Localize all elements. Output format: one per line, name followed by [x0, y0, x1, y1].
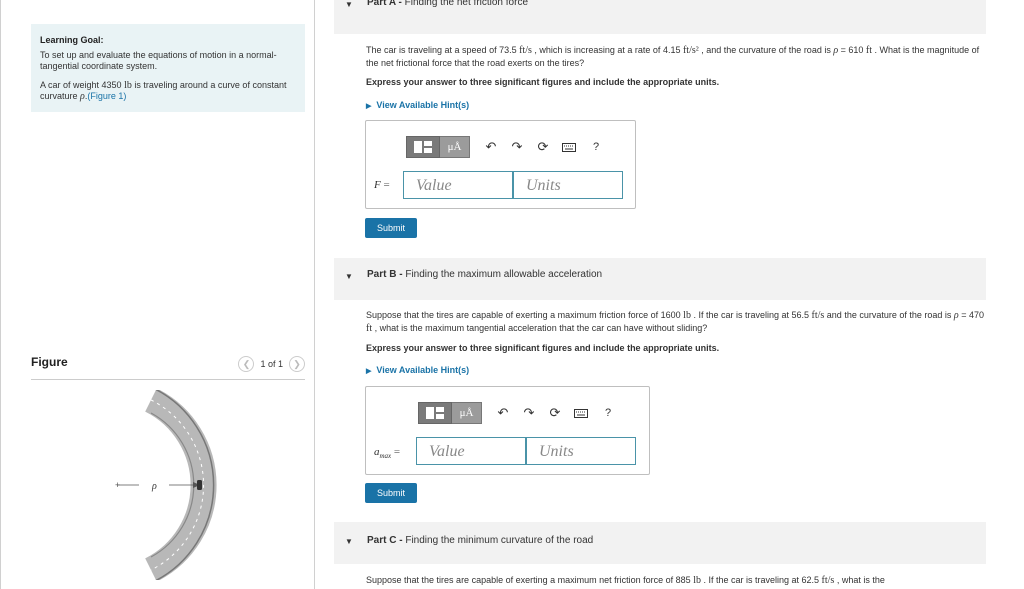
undo-icon[interactable]: ↶ — [496, 405, 510, 421]
part-b-problem-segment: = 470 — [958, 310, 984, 320]
center-plus: + — [115, 480, 120, 490]
template-blocks-icon — [414, 141, 432, 153]
help-button[interactable]: ? — [605, 407, 611, 419]
part-c-prefix: Part C - — [367, 535, 403, 546]
part-c-problem-segment: . If the car is traveling at 62.5 — [700, 575, 822, 585]
curved-road-figure: + ρ — [115, 390, 217, 580]
collapse-triangle-icon: ▼ — [345, 0, 353, 9]
part-a-hint-link[interactable]: ▶ View Available Hint(s) — [366, 100, 469, 110]
part-a-problem-segment: , which is increasing at a rate of 4.15 — [531, 45, 683, 55]
part-a-problem-segment: The car is traveling at a speed of 73.5 — [366, 45, 520, 55]
part-c-title-text: Finding the minimum curvature of the roa… — [405, 535, 594, 546]
part-b-instruction: Express your answer to three significant… — [366, 343, 720, 353]
part-a-header[interactable]: ▼ Part A - Finding the net friction forc… — [334, 0, 986, 34]
part-a-submit-button[interactable]: Submit — [365, 218, 417, 238]
car — [197, 480, 202, 490]
learning-goal-heading: Learning Goal: — [40, 35, 104, 45]
part-b-sub: max — [379, 452, 392, 461]
help-button[interactable]: ? — [593, 141, 599, 153]
part-a-equals: = — [383, 179, 390, 191]
keyboard-icon[interactable] — [562, 140, 576, 155]
figure-link[interactable]: (Figure 1) — [87, 91, 126, 101]
templates-button[interactable] — [418, 402, 452, 424]
part-a-problem-segment: = 610 — [838, 45, 866, 55]
part-c-problem-segment: lb — [693, 575, 701, 586]
units-symbol-button[interactable]: μÅ — [440, 136, 470, 158]
collapse-triangle-icon: ▼ — [345, 272, 353, 281]
redo-icon[interactable]: ↷ — [522, 405, 536, 421]
part-b-problem-segment: . If the car is traveling at 56.5 — [690, 310, 812, 320]
learning-goal-intro: A car of weight 4350 lb is traveling aro… — [40, 80, 296, 102]
part-b-problem: Suppose that the tires are capable of ex… — [366, 309, 991, 335]
keyboard-glyph — [562, 142, 576, 152]
part-b-value-input[interactable]: Value — [416, 437, 526, 465]
part-a-value-input[interactable]: Value — [403, 171, 513, 199]
rho-label: ρ — [151, 481, 157, 492]
template-blocks-icon — [426, 407, 444, 419]
prev-figure-button[interactable]: ❮ — [238, 356, 255, 372]
part-b-submit-button[interactable]: Submit — [365, 483, 417, 503]
part-a-title: Part A - Finding the net friction force — [367, 0, 528, 8]
part-b-units-input[interactable]: Units — [526, 437, 636, 465]
keyboard-glyph — [574, 408, 588, 418]
figure-header: Figure ❮ 1 of 1 ❯ — [31, 350, 305, 380]
triangle-right-icon: ▶ — [366, 368, 372, 375]
figure-pager: ❮ 1 of 1 ❯ — [238, 356, 305, 372]
part-a-problem-segment: ft/s — [519, 45, 532, 56]
part-b-title: Part B - Finding the maximum allowable a… — [367, 269, 602, 280]
part-a-instruction: Express your answer to three significant… — [366, 77, 720, 87]
part-b-hint-link[interactable]: ▶ View Available Hint(s) — [366, 365, 469, 375]
learning-goal-text: To set up and evaluate the equations of … — [40, 50, 277, 71]
part-b-problem-segment: ft/s — [811, 310, 825, 321]
part-b-title-text: Finding the maximum allowable accelerati… — [405, 269, 603, 280]
chevron-right-icon: ❯ — [293, 358, 301, 369]
part-a-units-input[interactable]: Units — [513, 171, 623, 199]
part-a-answer-box: μÅ ↶ ↷ ⟳ ? F = Value Units — [365, 120, 636, 209]
part-a-answer-label: F = — [374, 179, 390, 191]
intro-unit: lb — [124, 80, 132, 91]
reset-icon[interactable]: ⟳ — [548, 405, 562, 421]
part-b-answer-box: μÅ ↶ ↷ ⟳ ? amax = Value Units — [365, 386, 650, 475]
collapse-triangle-icon: ▼ — [345, 537, 353, 546]
part-a-var: F — [374, 179, 381, 191]
intro-prefix: A car of weight 4350 — [40, 80, 122, 90]
part-b-problem-segment: lb — [683, 310, 691, 321]
figure-page-count: 1 of 1 — [260, 359, 283, 369]
part-b-problem-segment: Suppose that the tires are capable of ex… — [366, 310, 684, 320]
part-b-problem-segment: , what is the maximum tangential acceler… — [372, 323, 708, 333]
part-c-problem-segment: , what is the — [834, 575, 885, 585]
learning-goal-box: Learning Goal: To set up and evaluate th… — [31, 24, 305, 112]
part-b-prefix: Part B - — [367, 269, 403, 280]
part-b-equals: = — [393, 446, 401, 458]
part-b-answer-label: amax = — [374, 446, 400, 460]
reset-icon[interactable]: ⟳ — [536, 139, 550, 155]
right-panel: ▼ Part A - Finding the net friction forc… — [334, 0, 994, 589]
next-figure-button[interactable]: ❯ — [289, 356, 305, 372]
part-a-hint-text: View Available Hint(s) — [376, 100, 470, 110]
part-c-header[interactable]: ▼ Part C - Finding the minimum curvature… — [334, 522, 986, 564]
figure-title: Figure — [31, 355, 68, 369]
part-a-problem-segment: ft/s² — [682, 45, 699, 56]
part-c-title: Part C - Finding the minimum curvature o… — [367, 535, 593, 546]
part-b-header[interactable]: ▼ Part B - Finding the maximum allowable… — [334, 258, 986, 300]
part-a-problem: The car is traveling at a speed of 73.5 … — [366, 44, 991, 69]
left-panel: Learning Goal: To set up and evaluate th… — [0, 0, 315, 589]
triangle-right-icon: ▶ — [366, 103, 372, 110]
part-b-hint-text: View Available Hint(s) — [376, 365, 470, 375]
redo-icon[interactable]: ↷ — [510, 139, 524, 155]
part-a-toolbar: μÅ ↶ ↷ ⟳ ? — [406, 136, 599, 158]
chevron-left-icon: ❮ — [242, 358, 251, 369]
part-a-problem-segment: , and the curvature of the road is — [698, 45, 834, 55]
part-c-problem-segment: ft/s — [821, 575, 835, 586]
units-symbol-button[interactable]: μÅ — [452, 402, 482, 424]
keyboard-icon[interactable] — [574, 406, 588, 421]
part-a-title-text: Finding the net friction force — [404, 0, 529, 8]
part-a-prefix: Part A - — [367, 0, 402, 8]
part-b-problem-segment: and the curvature of the road is — [824, 310, 954, 320]
templates-button[interactable] — [406, 136, 440, 158]
part-c-problem: Suppose that the tires are capable of ex… — [366, 574, 991, 587]
part-b-toolbar: μÅ ↶ ↷ ⟳ ? — [418, 402, 611, 424]
undo-icon[interactable]: ↶ — [484, 139, 498, 155]
part-c-problem-segment: Suppose that the tires are capable of ex… — [366, 575, 694, 585]
